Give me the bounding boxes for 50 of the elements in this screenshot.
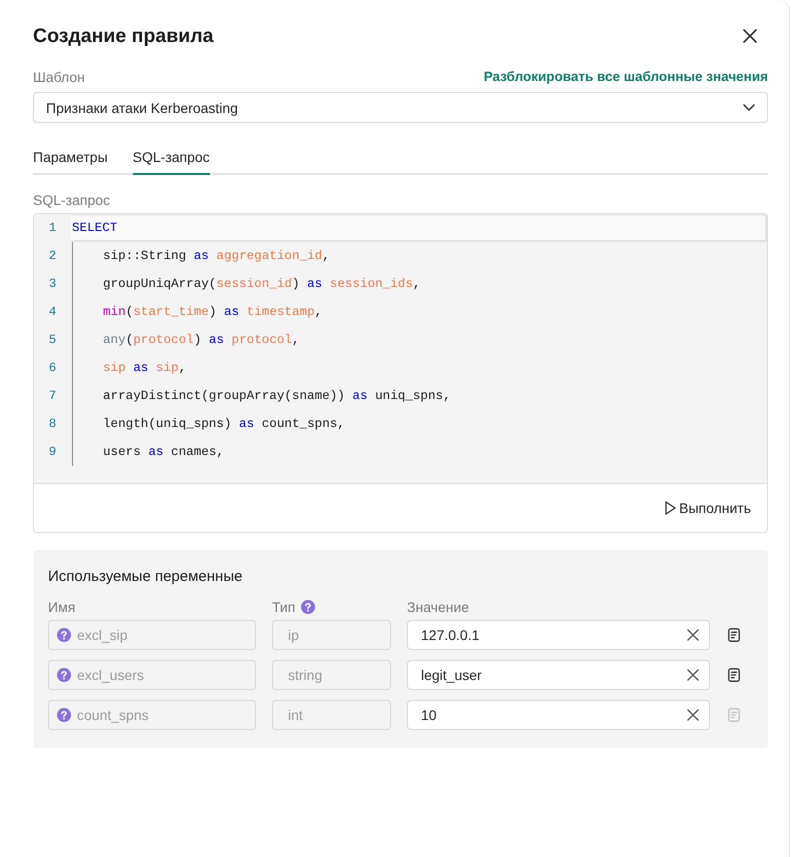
- type-field: string: [272, 660, 391, 690]
- line-number: 1: [48, 220, 58, 237]
- tab[interactable]: SQL-запрос: [132, 140, 210, 175]
- run-button[interactable]: Выполнить: [665, 496, 751, 520]
- line-number: 9: [48, 444, 58, 461]
- line-number: 3: [48, 276, 58, 293]
- column-header: Тип: [272, 599, 296, 615]
- line-number: 2: [48, 248, 58, 265]
- tab[interactable]: Параметры: [33, 140, 108, 175]
- type-field: ip: [272, 620, 391, 650]
- line-number: 7: [48, 388, 58, 405]
- field-label: SQL-запрос: [33, 192, 112, 208]
- clear-icon: [687, 669, 699, 681]
- column-header: Значение: [407, 599, 470, 615]
- unlock-link[interactable]: Разблокировать все шаблонные значения: [484, 69, 768, 85]
- chevron-icon: [743, 104, 755, 111]
- name-field: excl_users: [48, 660, 256, 690]
- document-icon[interactable]: [728, 628, 740, 642]
- line-number: 8: [48, 416, 58, 433]
- close-icon: [743, 29, 757, 43]
- line-number: 5: [48, 332, 58, 349]
- code-line[interactable]: any(protocol) as protocol,: [72, 326, 767, 354]
- type-field: int: [272, 700, 391, 730]
- template-select[interactable]: Признаки атаки Kerberoasting: [33, 92, 768, 123]
- code-line[interactable]: sip as sip,: [72, 354, 767, 382]
- help-icon[interactable]: [57, 628, 71, 642]
- dialog-title: Создание правила: [33, 24, 214, 48]
- line-number: 4: [48, 304, 58, 321]
- line-number: 6: [48, 360, 58, 377]
- value-field[interactable]: legit_user: [407, 660, 710, 690]
- code-line[interactable]: length(uniq_spns) as count_spns,: [72, 410, 767, 438]
- code-line[interactable]: arrayDistinct(groupArray(sname)) as uniq_spns,: [72, 382, 767, 410]
- code-line[interactable]: sip::String as aggregation_id,: [72, 242, 767, 270]
- clear-icon: [687, 629, 699, 641]
- name-field: excl_sip: [48, 620, 256, 650]
- value-field[interactable]: 127.0.0.1: [407, 620, 710, 650]
- code-line[interactable]: groupUniqArray(session_id) as session_ids,: [72, 270, 767, 298]
- clear-icon: [687, 709, 699, 721]
- section-title: Используемые переменные: [48, 567, 244, 587]
- field-label: Шаблон: [33, 69, 85, 85]
- code-line[interactable]: min(start_time) as timestamp,: [72, 298, 767, 326]
- play-icon: [665, 501, 676, 515]
- column-header: Имя: [48, 599, 76, 615]
- value-field[interactable]: 10: [407, 700, 710, 730]
- code-line[interactable]: users as cnames,: [72, 438, 767, 466]
- document-icon[interactable]: [728, 668, 740, 682]
- help-icon[interactable]: [57, 708, 71, 722]
- help-icon[interactable]: [57, 668, 71, 682]
- name-field: count_spns: [48, 700, 256, 730]
- help-icon[interactable]: [301, 600, 316, 614]
